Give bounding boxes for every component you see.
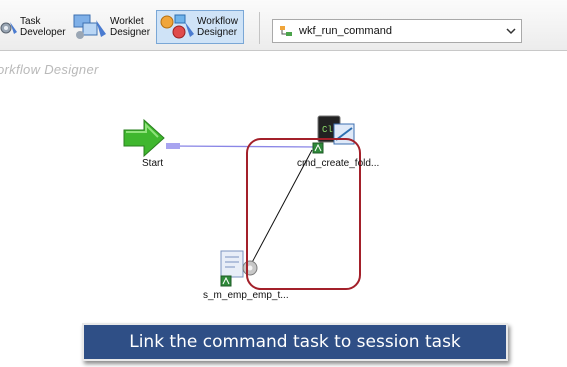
command-task-label: cmd_create_fold... [297,158,380,169]
start-link[interactable] [167,145,319,148]
annotation-text: Link the command task to session task [129,332,461,352]
session-gear-hub [247,265,253,271]
session-task-node[interactable] [220,250,258,287]
session-task-label: s_m_emp_emp_t... [203,290,289,301]
annotation-banner: Link the command task to session task [82,323,508,361]
workflow-canvas[interactable]: Cl [0,0,567,367]
session-task-icon [220,250,244,278]
start-label: Start [142,158,164,169]
start-node[interactable] [123,118,165,158]
command-icon-text: Cl [322,125,333,135]
command-task-node[interactable]: Cl [312,115,355,154]
start-arrow-icon [123,118,165,158]
link-handle [166,143,180,149]
